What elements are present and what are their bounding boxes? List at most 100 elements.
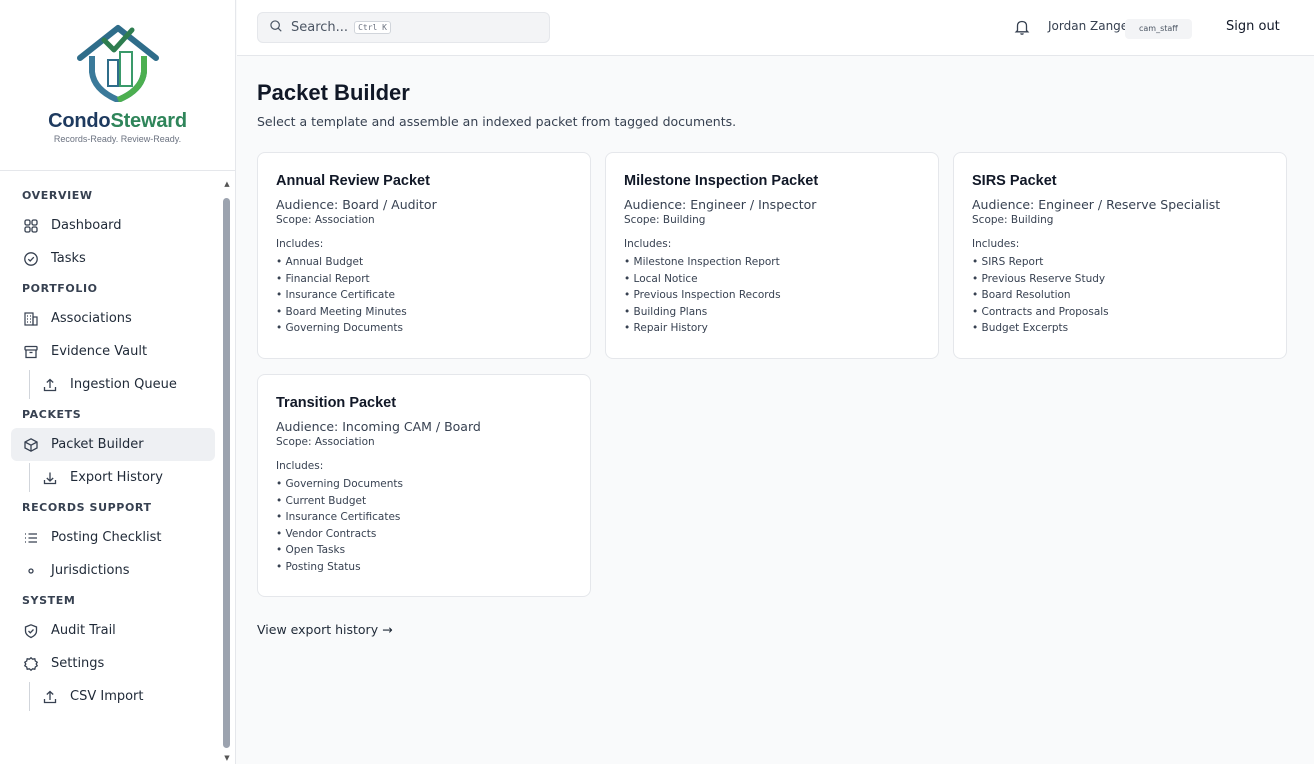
search-input[interactable]: Search... Ctrl K [257, 12, 550, 43]
brand-tagline: Records-Ready. Review-Ready. [53, 134, 182, 144]
card-includes-label: Includes: [624, 238, 672, 250]
list-item: Insurance Certificate [276, 287, 572, 304]
list-icon [22, 529, 40, 547]
list-item: Governing Documents [276, 476, 572, 493]
user-name: Jordan Zanger [1048, 19, 1134, 33]
section-system: SYSTEM [22, 594, 76, 607]
dot-icon [22, 562, 40, 580]
sidebar-item-posting-checklist[interactable]: Posting Checklist [11, 521, 215, 554]
card-includes-label: Includes: [276, 460, 324, 472]
list-item: Open Tasks [276, 542, 572, 559]
check-circle-icon [22, 250, 40, 268]
template-card-transition[interactable]: Transition Packet Audience: Incoming CAM… [257, 374, 591, 597]
template-card-milestone-inspection[interactable]: Milestone Inspection Packet Audience: En… [605, 152, 939, 359]
grid-icon [22, 217, 40, 235]
list-item: Previous Reserve Study [972, 271, 1268, 288]
brand-name: CondoSteward [48, 110, 187, 132]
card-title: Milestone Inspection Packet [624, 173, 819, 189]
sidebar-item-dashboard[interactable]: Dashboard [11, 209, 215, 242]
list-item: Board Resolution [972, 287, 1268, 304]
card-includes-list: SIRS Report Previous Reserve Study Board… [972, 254, 1268, 337]
list-item: Vendor Contracts [276, 526, 572, 543]
list-item: Repair History [624, 320, 920, 337]
section-overview: OVERVIEW [22, 189, 93, 202]
card-includes-list: Governing Documents Current Budget Insur… [276, 476, 572, 575]
card-includes-list: Milestone Inspection Report Local Notice… [624, 254, 920, 337]
list-item: Board Meeting Minutes [276, 304, 572, 321]
sidebar-item-label: Export History [70, 470, 163, 485]
view-export-history-link[interactable]: View export history → [257, 622, 393, 637]
sidebar-item-label: Packet Builder [51, 437, 144, 452]
template-card-sirs[interactable]: SIRS Packet Audience: Engineer / Reserve… [953, 152, 1287, 359]
sidebar-item-label: Ingestion Queue [70, 377, 177, 392]
list-item: Local Notice [624, 271, 920, 288]
search-placeholder: Search... [291, 20, 349, 35]
sidebar-nav: OVERVIEW Dashboard Tasks PORTFOLIO Assoc… [11, 182, 215, 713]
card-title: Annual Review Packet [276, 173, 430, 189]
list-item: Budget Excerpts [972, 320, 1268, 337]
section-packets: PACKETS [22, 408, 82, 421]
download-icon [41, 469, 59, 487]
list-item: Posting Status [276, 559, 572, 576]
list-item: SIRS Report [972, 254, 1268, 271]
sidebar-divider [0, 170, 235, 171]
scrollbar-thumb[interactable] [223, 198, 230, 748]
sidebar: CondoSteward Records-Ready. Review-Ready… [0, 0, 236, 764]
list-item: Insurance Certificates [276, 509, 572, 526]
bell-icon[interactable] [1013, 18, 1031, 36]
sidebar-item-csv-import[interactable]: CSV Import [11, 680, 215, 713]
gear-icon [22, 655, 40, 673]
card-audience: Audience: Engineer / Reserve Specialist [972, 197, 1221, 212]
card-scope: Scope: Building [624, 214, 706, 226]
sidebar-item-audit-trail[interactable]: Audit Trail [11, 614, 215, 647]
sidebar-scrollbar[interactable]: ▲ ▼ [222, 178, 232, 764]
sidebar-item-label: Dashboard [51, 218, 122, 233]
building-icon [22, 310, 40, 328]
search-shortcut-badge: Ctrl K [354, 21, 391, 34]
scroll-up-arrow-icon[interactable]: ▲ [223, 180, 231, 188]
sidebar-item-label: Settings [51, 656, 105, 671]
sidebar-item-settings[interactable]: Settings [11, 647, 215, 680]
list-item: Annual Budget [276, 254, 572, 271]
template-card-annual-review[interactable]: Annual Review Packet Audience: Board / A… [257, 152, 591, 359]
list-item: Current Budget [276, 493, 572, 510]
shield-check-icon [22, 622, 40, 640]
sidebar-item-tasks[interactable]: Tasks [11, 242, 215, 275]
card-scope: Scope: Association [276, 436, 375, 448]
section-records-support: RECORDS SUPPORT [22, 501, 152, 514]
sidebar-item-label: CSV Import [70, 689, 144, 704]
sidebar-item-associations[interactable]: Associations [11, 302, 215, 335]
sidebar-item-label: Evidence Vault [51, 344, 148, 359]
search-icon [269, 18, 283, 37]
user-role-badge: cam_staff [1125, 19, 1192, 39]
main-content: Packet Builder Select a template and ass… [257, 56, 1297, 637]
list-item: Previous Inspection Records [624, 287, 920, 304]
upload-icon [41, 688, 59, 706]
sidebar-item-label: Posting Checklist [51, 530, 162, 545]
list-item: Financial Report [276, 271, 572, 288]
card-scope: Scope: Building [972, 214, 1054, 226]
sidebar-item-ingestion-queue[interactable]: Ingestion Queue [11, 368, 215, 401]
sidebar-item-jurisdictions[interactable]: Jurisdictions [11, 554, 215, 587]
scroll-down-arrow-icon[interactable]: ▼ [223, 754, 231, 762]
sidebar-item-export-history[interactable]: Export History [11, 461, 215, 494]
list-item: Building Plans [624, 304, 920, 321]
card-includes-list: Annual Budget Financial Report Insurance… [276, 254, 572, 337]
card-audience: Audience: Incoming CAM / Board [276, 419, 481, 434]
page-title: Packet Builder [257, 80, 410, 105]
card-includes-label: Includes: [276, 238, 324, 250]
logo[interactable]: CondoSteward Records-Ready. Review-Ready… [0, 0, 235, 168]
sidebar-item-evidence-vault[interactable]: Evidence Vault [11, 335, 215, 368]
sidebar-item-label: Jurisdictions [51, 563, 130, 578]
sidebar-item-packet-builder[interactable]: Packet Builder [11, 428, 215, 461]
card-includes-label: Includes: [972, 238, 1020, 250]
package-icon [22, 436, 40, 454]
card-title: Transition Packet [276, 395, 397, 411]
card-audience: Audience: Engineer / Inspector [624, 197, 817, 212]
card-scope: Scope: Association [276, 214, 375, 226]
sign-out-button[interactable]: Sign out [1226, 19, 1280, 34]
upload-icon [41, 376, 59, 394]
section-portfolio: PORTFOLIO [22, 282, 98, 295]
archive-icon [22, 343, 40, 361]
sidebar-item-label: Associations [51, 311, 132, 326]
